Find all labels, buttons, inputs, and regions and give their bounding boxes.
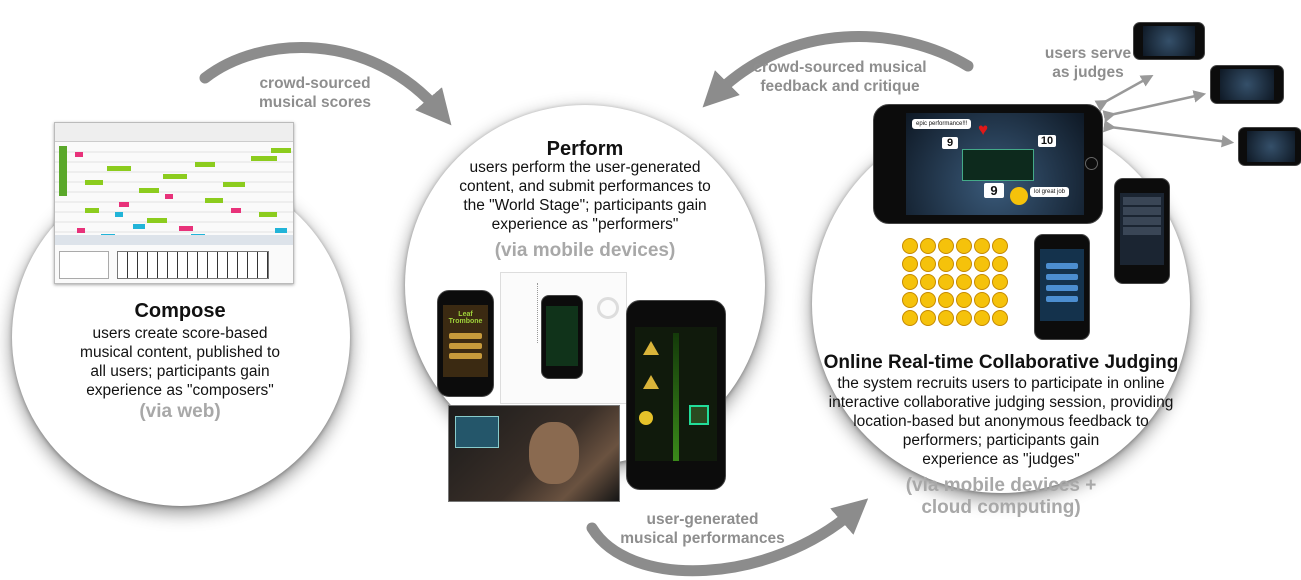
perform-via: (via mobile devices) <box>494 240 676 261</box>
arrow-judge-3 <box>1103 120 1235 148</box>
arrow-judge-2 <box>1102 90 1207 123</box>
judge-mini-phone-3 <box>1238 127 1301 166</box>
judge-via: (via mobile devices + cloud computing) <box>905 475 1097 518</box>
flow-label-performances: user-generated musical performances <box>620 511 785 547</box>
judge-description: the system recruits users to participate… <box>828 375 1174 468</box>
flow-label-judges: users serve as judges <box>1044 45 1132 81</box>
smiley-icon <box>1010 187 1028 205</box>
diagram-ring <box>597 297 619 319</box>
judge-mini-phone-2 <box>1210 65 1284 104</box>
perform-description: users perform the user-generated content… <box>459 159 711 233</box>
judge-mini-phone-1 <box>1133 22 1205 60</box>
judge-phone-landscape: epic performance!!! ♥ 9 10 9 lol great j… <box>873 104 1103 224</box>
photo-inset <box>455 416 499 448</box>
perform-diagram <box>500 272 627 404</box>
judge-screen: epic performance!!! ♥ 9 10 9 lol great j… <box>906 113 1084 215</box>
performer-face <box>529 422 579 484</box>
judge-bubble-1: epic performance!!! <box>912 119 972 129</box>
judge-score-2: 10 <box>1038 135 1056 147</box>
judge-phone-list <box>1114 178 1170 284</box>
judge-phone-menu <box>1034 234 1090 340</box>
judge-title: Online Real-time Collaborative Judging <box>823 352 1179 373</box>
flow-label-feedback: crowd-sourced musical feedback and criti… <box>753 59 927 95</box>
compose-toolbar <box>55 123 293 142</box>
app-name: Leaf Trombone <box>448 311 483 325</box>
judge-panel <box>962 149 1034 181</box>
compose-via: (via web) <box>139 401 221 422</box>
perform-phone-screen: Leaf Trombone <box>443 305 488 377</box>
diagram-callouts <box>503 283 538 343</box>
diagram-phone <box>541 295 583 379</box>
judge-bubble-2: lol great job <box>1030 187 1070 197</box>
emoji-grid <box>902 238 1030 338</box>
home-button-icon <box>1085 157 1098 170</box>
judge-score-3: 9 <box>984 183 1004 198</box>
compose-description: users create score-based musical content… <box>80 325 280 399</box>
compose-transport-bar <box>55 235 293 245</box>
performer-photo <box>448 405 620 502</box>
heart-icon: ♥ <box>978 120 989 139</box>
compose-keyboard <box>117 251 269 279</box>
judge-score-1: 9 <box>942 137 958 149</box>
flow-label-scores: crowd-sourced musical scores <box>258 75 371 111</box>
compose-web-screenshot <box>54 122 294 284</box>
compose-title: Compose <box>134 300 226 322</box>
perform-phone-leaf-trombone: Leaf Trombone <box>437 290 494 397</box>
perform-phone-gameplay <box>626 300 726 490</box>
score-roll <box>55 146 293 243</box>
compose-side-panel <box>59 251 109 279</box>
gameplay-screen <box>635 327 717 461</box>
